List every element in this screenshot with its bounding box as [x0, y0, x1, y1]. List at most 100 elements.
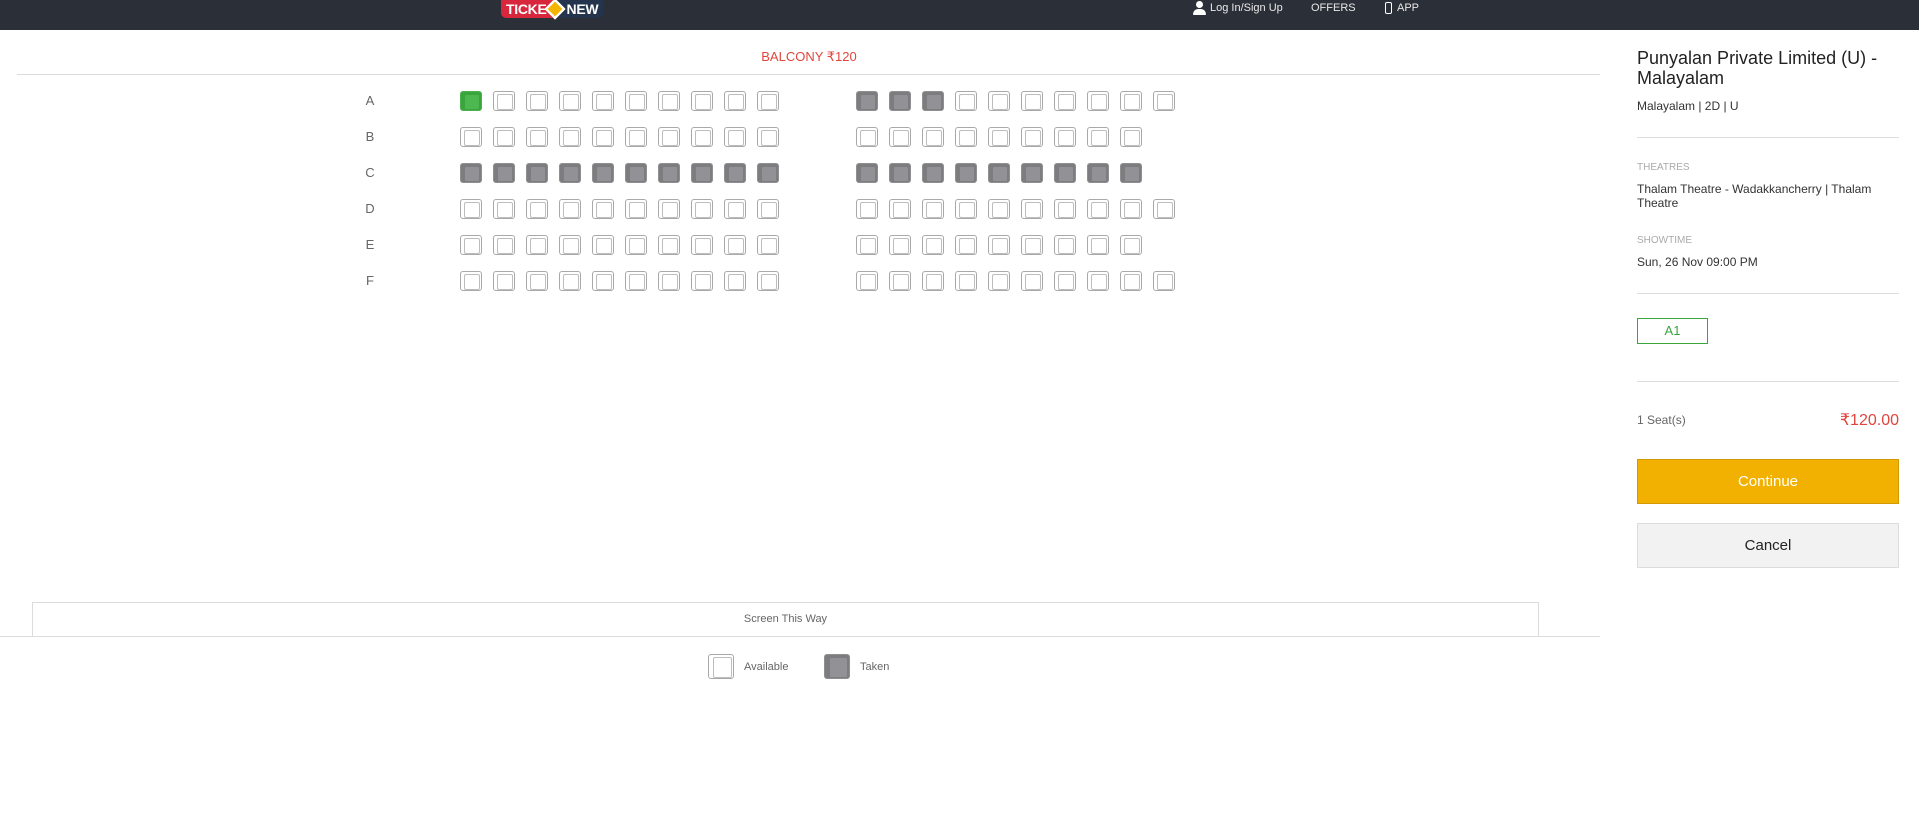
continue-button[interactable]: Continue	[1637, 459, 1899, 504]
seat-d-right-5-available[interactable]	[988, 199, 1010, 219]
seat-f-right-1-available[interactable]	[856, 271, 878, 291]
seat-a-right-8-available[interactable]	[1087, 91, 1109, 111]
seat-d-left-8-available[interactable]	[691, 199, 713, 219]
seat-b-right-8-available[interactable]	[1087, 127, 1109, 147]
seat-b-left-4-available[interactable]	[559, 127, 581, 147]
seat-d-left-1-available[interactable]	[460, 199, 482, 219]
seat-e-right-9-available[interactable]	[1120, 235, 1142, 255]
seat-d-right-9-available[interactable]	[1120, 199, 1142, 219]
seat-b-right-2-available[interactable]	[889, 127, 911, 147]
seat-f-right-4-available[interactable]	[955, 271, 977, 291]
seat-e-right-4-available[interactable]	[955, 235, 977, 255]
seat-f-left-3-available[interactable]	[526, 271, 548, 291]
seat-b-right-5-available[interactable]	[988, 127, 1010, 147]
seat-d-right-7-available[interactable]	[1054, 199, 1076, 219]
seat-e-left-10-available[interactable]	[757, 235, 779, 255]
seat-a-left-2-available[interactable]	[493, 91, 515, 111]
seat-e-right-3-available[interactable]	[922, 235, 944, 255]
seat-f-left-5-available[interactable]	[592, 271, 614, 291]
seat-b-right-3-available[interactable]	[922, 127, 944, 147]
seat-d-left-2-available[interactable]	[493, 199, 515, 219]
seat-e-left-5-available[interactable]	[592, 235, 614, 255]
seat-a-right-6-available[interactable]	[1021, 91, 1043, 111]
seat-f-right-6-available[interactable]	[1021, 271, 1043, 291]
seat-b-left-6-available[interactable]	[625, 127, 647, 147]
seat-b-left-1-available[interactable]	[460, 127, 482, 147]
seat-e-left-9-available[interactable]	[724, 235, 746, 255]
ticketnew-logo[interactable]: TICKE NEW	[501, 0, 605, 20]
seat-d-left-6-available[interactable]	[625, 199, 647, 219]
seat-d-right-2-available[interactable]	[889, 199, 911, 219]
seat-b-left-2-available[interactable]	[493, 127, 515, 147]
seat-f-right-2-available[interactable]	[889, 271, 911, 291]
seat-e-right-7-available[interactable]	[1054, 235, 1076, 255]
seat-e-right-6-available[interactable]	[1021, 235, 1043, 255]
seat-f-left-6-available[interactable]	[625, 271, 647, 291]
seat-f-left-4-available[interactable]	[559, 271, 581, 291]
seat-b-left-10-available[interactable]	[757, 127, 779, 147]
seat-b-left-5-available[interactable]	[592, 127, 614, 147]
seat-a-left-6-available[interactable]	[625, 91, 647, 111]
seat-b-right-7-available[interactable]	[1054, 127, 1076, 147]
seat-f-left-9-available[interactable]	[724, 271, 746, 291]
seat-d-right-1-available[interactable]	[856, 199, 878, 219]
seat-a-right-5-available[interactable]	[988, 91, 1010, 111]
seat-e-left-6-available[interactable]	[625, 235, 647, 255]
seat-b-left-3-available[interactable]	[526, 127, 548, 147]
seat-d-right-3-available[interactable]	[922, 199, 944, 219]
seat-a-left-7-available[interactable]	[658, 91, 680, 111]
seat-e-right-1-available[interactable]	[856, 235, 878, 255]
cancel-button[interactable]: Cancel	[1637, 523, 1899, 568]
seat-b-right-4-available[interactable]	[955, 127, 977, 147]
seat-b-right-9-available[interactable]	[1120, 127, 1142, 147]
seat-a-left-4-available[interactable]	[559, 91, 581, 111]
seat-f-left-1-available[interactable]	[460, 271, 482, 291]
seat-e-left-7-available[interactable]	[658, 235, 680, 255]
seat-b-left-8-available[interactable]	[691, 127, 713, 147]
seat-b-left-9-available[interactable]	[724, 127, 746, 147]
seat-f-left-2-available[interactable]	[493, 271, 515, 291]
seat-a-right-4-available[interactable]	[955, 91, 977, 111]
seat-d-left-5-available[interactable]	[592, 199, 614, 219]
seat-a-left-3-available[interactable]	[526, 91, 548, 111]
seat-e-left-4-available[interactable]	[559, 235, 581, 255]
seat-a-left-10-available[interactable]	[757, 91, 779, 111]
seat-a-left-1-selected[interactable]	[460, 91, 482, 111]
seat-d-left-7-available[interactable]	[658, 199, 680, 219]
seat-e-right-8-available[interactable]	[1087, 235, 1109, 255]
seat-d-right-6-available[interactable]	[1021, 199, 1043, 219]
seat-d-left-3-available[interactable]	[526, 199, 548, 219]
seat-f-right-10-available[interactable]	[1153, 271, 1175, 291]
seat-b-left-7-available[interactable]	[658, 127, 680, 147]
seat-e-left-1-available[interactable]	[460, 235, 482, 255]
seat-a-left-5-available[interactable]	[592, 91, 614, 111]
seat-f-left-7-available[interactable]	[658, 271, 680, 291]
seat-e-right-2-available[interactable]	[889, 235, 911, 255]
seat-d-left-9-available[interactable]	[724, 199, 746, 219]
app-link[interactable]: APP	[1385, 0, 1419, 15]
seat-f-left-8-available[interactable]	[691, 271, 713, 291]
seat-a-right-10-available[interactable]	[1153, 91, 1175, 111]
seat-b-right-1-available[interactable]	[856, 127, 878, 147]
seat-d-left-4-available[interactable]	[559, 199, 581, 219]
seat-e-left-2-available[interactable]	[493, 235, 515, 255]
login-signup-link[interactable]: Log In/Sign Up	[1192, 0, 1283, 15]
seat-d-right-10-available[interactable]	[1153, 199, 1175, 219]
seat-e-left-8-available[interactable]	[691, 235, 713, 255]
seat-e-left-3-available[interactable]	[526, 235, 548, 255]
seat-a-right-9-available[interactable]	[1120, 91, 1142, 111]
seat-d-left-10-available[interactable]	[757, 199, 779, 219]
seat-a-left-8-available[interactable]	[691, 91, 713, 111]
seat-f-left-10-available[interactable]	[757, 271, 779, 291]
seat-f-right-3-available[interactable]	[922, 271, 944, 291]
seat-f-right-5-available[interactable]	[988, 271, 1010, 291]
seat-d-right-4-available[interactable]	[955, 199, 977, 219]
seat-b-right-6-available[interactable]	[1021, 127, 1043, 147]
seat-f-right-7-available[interactable]	[1054, 271, 1076, 291]
seat-d-right-8-available[interactable]	[1087, 199, 1109, 219]
seat-a-right-7-available[interactable]	[1054, 91, 1076, 111]
seat-e-right-5-available[interactable]	[988, 235, 1010, 255]
offers-link[interactable]: OFFERS	[1311, 0, 1356, 15]
seat-f-right-8-available[interactable]	[1087, 271, 1109, 291]
seat-f-right-9-available[interactable]	[1120, 271, 1142, 291]
